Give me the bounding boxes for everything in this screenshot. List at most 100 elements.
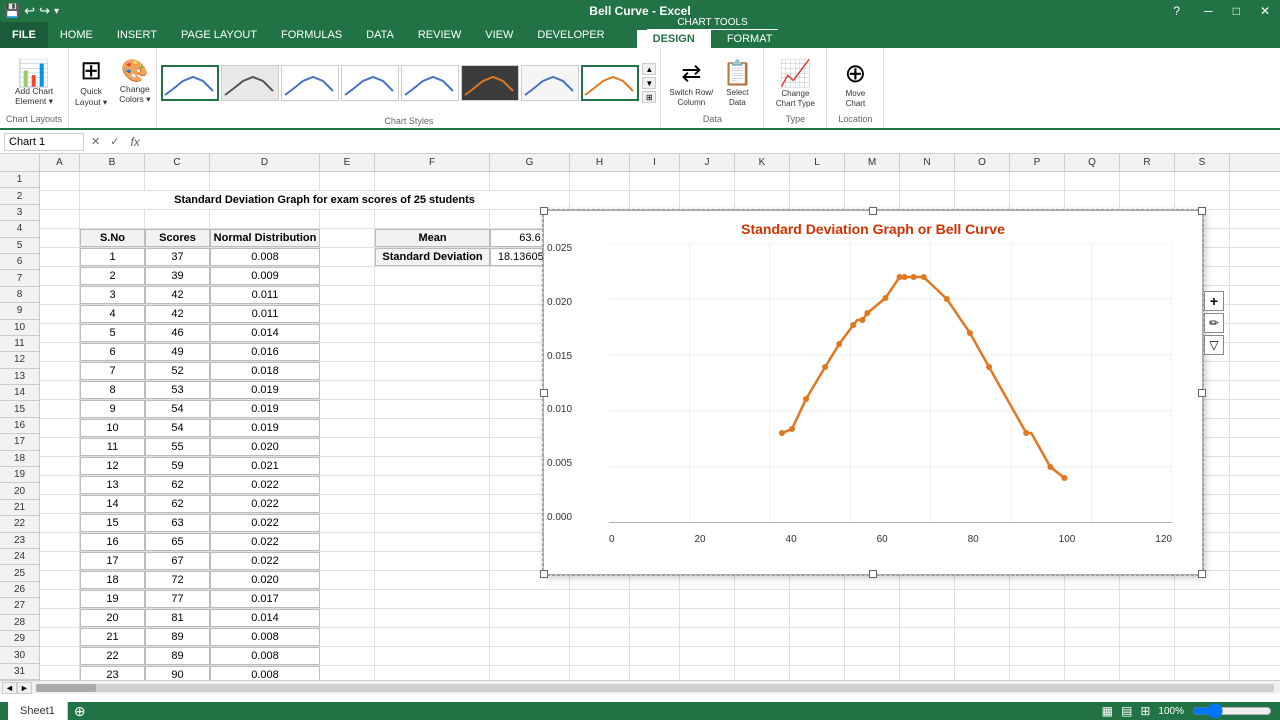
col-h[interactable]: H [570, 154, 630, 171]
chart-container[interactable]: Standard Deviation Graph or Bell Curve 0… [543, 210, 1203, 575]
row-header-5[interactable]: 5 [0, 238, 39, 254]
col-d[interactable]: D [210, 154, 320, 171]
view-layout-btn[interactable]: ▤ [1121, 704, 1132, 718]
col-p[interactable]: P [1010, 154, 1065, 171]
chart-style-1[interactable] [161, 65, 219, 101]
view-page-break-btn[interactable]: ⊞ [1140, 704, 1150, 718]
minimize-btn[interactable]: ─ [1194, 4, 1223, 18]
chart-handle-bl[interactable] [540, 570, 548, 578]
col-j[interactable]: J [680, 154, 735, 171]
chart-filter-btn[interactable]: ▽ [1204, 335, 1224, 355]
scrollbar-track[interactable] [36, 684, 1274, 692]
chart-styles-more[interactable]: ⊞ [642, 91, 656, 103]
row-header-2[interactable]: 2 [0, 188, 39, 204]
row-header-23[interactable]: 23 [0, 533, 39, 549]
row-header-19[interactable]: 19 [0, 467, 39, 483]
row-header-18[interactable]: 18 [0, 451, 39, 467]
name-box[interactable] [4, 133, 84, 151]
tab-view[interactable]: VIEW [473, 22, 525, 48]
add-chart-element-btn[interactable]: 📊 Add ChartElement ▾ [13, 52, 55, 114]
row-header-15[interactable]: 15 [0, 401, 39, 417]
col-o[interactable]: O [955, 154, 1010, 171]
col-l[interactable]: L [790, 154, 845, 171]
chart-handle-tc[interactable] [869, 207, 877, 215]
col-n[interactable]: N [900, 154, 955, 171]
col-c[interactable]: C [145, 154, 210, 171]
switch-row-column-btn[interactable]: ⇄ Switch Row/Column [667, 57, 715, 109]
chart-style-8[interactable] [581, 65, 639, 101]
scroll-right-btn[interactable]: ► [17, 682, 32, 694]
sheet-tab-sheet1[interactable]: Sheet1 [8, 702, 68, 720]
tab-design[interactable]: DESIGN [637, 30, 711, 48]
row-header-22[interactable]: 22 [0, 516, 39, 532]
save-icon[interactable]: 💾 [4, 3, 20, 19]
col-f[interactable]: F [375, 154, 490, 171]
move-chart-btn[interactable]: ⊕ MoveChart [833, 52, 877, 114]
row-header-20[interactable]: 20 [0, 483, 39, 499]
tab-home[interactable]: HOME [48, 22, 105, 48]
chart-style-btn[interactable]: ✏ [1204, 313, 1224, 333]
zoom-slider[interactable] [1192, 706, 1272, 716]
row-header-9[interactable]: 9 [0, 303, 39, 319]
chart-styles-scroll-down[interactable]: ▼ [642, 77, 656, 89]
view-normal-btn[interactable]: ▦ [1102, 704, 1113, 718]
row-header-16[interactable]: 16 [0, 418, 39, 434]
row-header-30[interactable]: 30 [0, 647, 39, 663]
col-i[interactable]: I [630, 154, 680, 171]
col-k[interactable]: K [735, 154, 790, 171]
chart-styles-scroll-up[interactable]: ▲ [642, 63, 656, 75]
col-b[interactable]: B [80, 154, 145, 171]
chart-handle-ml[interactable] [540, 389, 548, 397]
row-header-13[interactable]: 13 [0, 369, 39, 385]
tab-file[interactable]: FILE [0, 22, 48, 48]
chart-style-6[interactable] [461, 65, 519, 101]
col-r[interactable]: R [1120, 154, 1175, 171]
undo-icon[interactable]: ↩ [24, 3, 35, 19]
tab-developer[interactable]: DEVELOPER [525, 22, 616, 48]
row-header-14[interactable]: 14 [0, 385, 39, 401]
row-header-11[interactable]: 11 [0, 336, 39, 352]
formula-bar-cancel[interactable]: ✕ [88, 135, 103, 148]
row-header-27[interactable]: 27 [0, 598, 39, 614]
row-header-7[interactable]: 7 [0, 270, 39, 286]
chart-handle-mr[interactable] [1198, 389, 1206, 397]
horizontal-scrollbar[interactable]: ◄ ► [0, 680, 1280, 694]
scroll-left-btn[interactable]: ◄ [2, 682, 17, 694]
change-chart-type-btn[interactable]: 📈 ChangeChart Type [770, 52, 820, 114]
maximize-btn[interactable]: □ [1223, 4, 1250, 18]
tab-format[interactable]: FORMAT [711, 30, 789, 48]
row-header-26[interactable]: 26 [0, 582, 39, 598]
col-e[interactable]: E [320, 154, 375, 171]
chart-style-3[interactable] [281, 65, 339, 101]
row-header-25[interactable]: 25 [0, 565, 39, 581]
add-sheet-btn[interactable]: ⊕ [68, 703, 92, 720]
col-g[interactable]: G [490, 154, 570, 171]
chart-style-7[interactable] [521, 65, 579, 101]
row-header-6[interactable]: 6 [0, 254, 39, 270]
help-icon[interactable]: ? [1173, 4, 1180, 18]
row-header-29[interactable]: 29 [0, 631, 39, 647]
chart-style-2[interactable] [221, 65, 279, 101]
row-header-8[interactable]: 8 [0, 287, 39, 303]
col-s[interactable]: S [1175, 154, 1230, 171]
col-q[interactable]: Q [1065, 154, 1120, 171]
tab-page-layout[interactable]: PAGE LAYOUT [169, 22, 269, 48]
customize-qat-icon[interactable]: ▾ [54, 6, 59, 17]
chart-style-4[interactable] [341, 65, 399, 101]
change-colors-btn[interactable]: 🎨 ChangeColors ▾ [117, 52, 152, 110]
chart-style-5[interactable] [401, 65, 459, 101]
chart-handle-br[interactable] [1198, 570, 1206, 578]
row-header-31[interactable]: 31 [0, 664, 39, 680]
redo-icon[interactable]: ↪ [39, 3, 50, 19]
tab-insert[interactable]: INSERT [105, 22, 169, 48]
close-btn[interactable]: ✕ [1250, 4, 1280, 18]
chart-add-element-btn[interactable]: + [1204, 291, 1224, 311]
row-header-10[interactable]: 10 [0, 320, 39, 336]
row-header-3[interactable]: 3 [0, 205, 39, 221]
scrollbar-thumb[interactable] [36, 684, 96, 692]
row-header-17[interactable]: 17 [0, 434, 39, 450]
row-header-12[interactable]: 12 [0, 352, 39, 368]
row-header-1[interactable]: 1 [0, 172, 39, 188]
row-header-4[interactable]: 4 [0, 221, 39, 237]
tab-formulas[interactable]: FORMULAS [269, 22, 354, 48]
